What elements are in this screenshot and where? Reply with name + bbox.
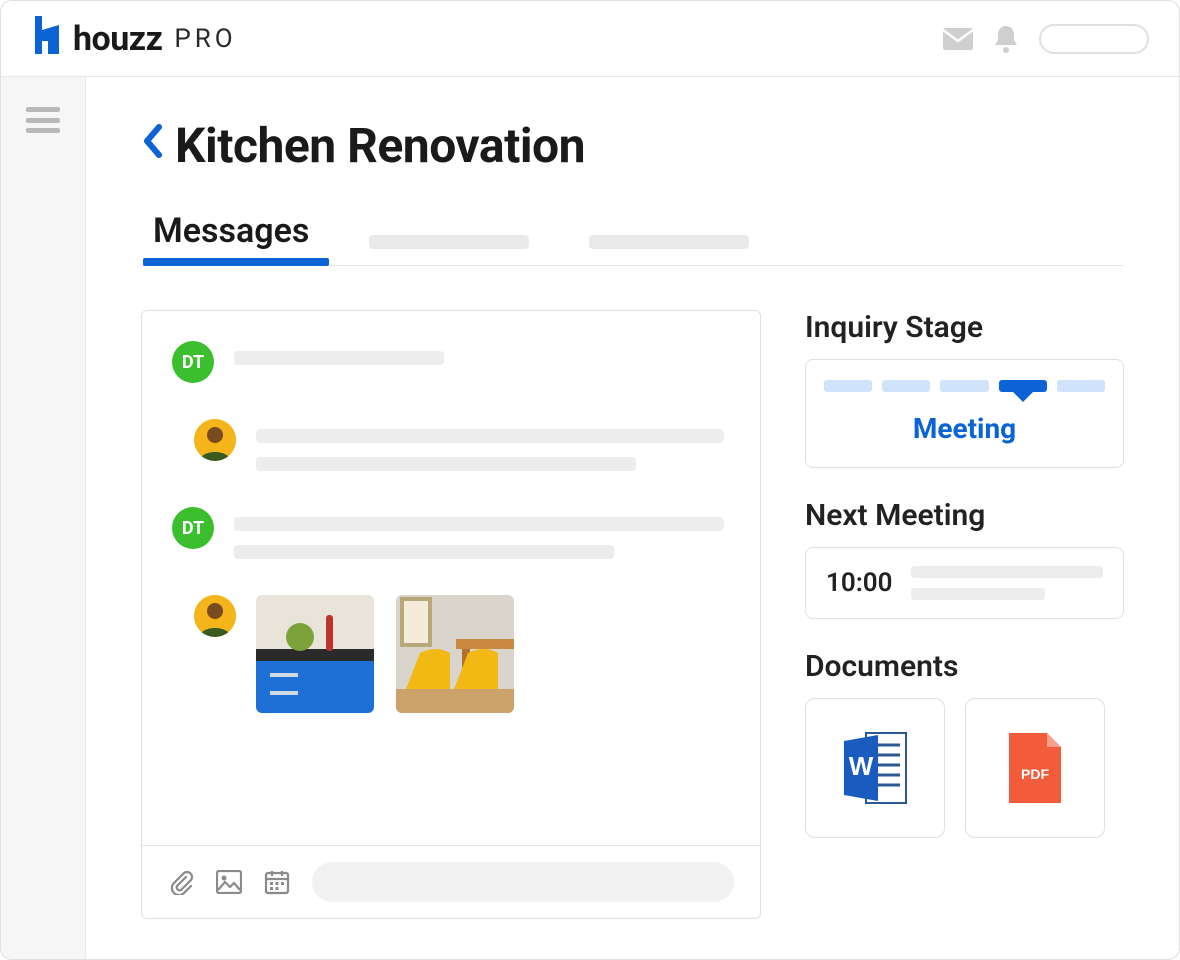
message-row [172,419,724,471]
brand-logo-icon [31,16,63,61]
text-placeholder [256,429,724,443]
tabs: Messages [141,206,1124,266]
calendar-icon[interactable] [264,869,290,895]
message-body [234,507,724,559]
attachment-icon[interactable] [168,869,194,895]
back-chevron-icon[interactable] [141,123,163,168]
text-placeholder [234,517,724,531]
text-placeholder [256,457,636,471]
document-word[interactable]: W [805,698,945,838]
message-body [256,419,724,471]
message-body [234,341,724,365]
message-row [172,595,724,713]
avatar: DT [172,341,214,383]
avatar [194,595,236,637]
image-icon[interactable] [216,870,242,894]
text-placeholder [911,566,1104,578]
stage-segment [882,380,930,392]
image-attachment[interactable] [256,595,374,713]
tab-messages[interactable]: Messages [153,211,309,265]
section-title: Next Meeting [805,498,1124,533]
image-attachment[interactable] [396,595,514,713]
tab-placeholder[interactable] [369,235,529,249]
message-input[interactable] [312,862,734,902]
stage-segment [940,380,988,392]
attachment-thumbs [256,595,514,713]
title-row: Kitchen Renovation [141,117,1124,174]
documents-row: W PDF [805,698,1124,838]
meeting-time: 10:00 [826,568,893,598]
topbar: houzz PRO [1,1,1179,77]
stage-segment [824,380,872,392]
page-header: Kitchen Renovation Messages [86,77,1179,266]
inquiry-stage-section: Inquiry Stage Meeting [805,310,1124,468]
content: DT [86,266,1179,959]
svg-text:W: W [849,751,874,781]
next-meeting-section: Next Meeting 10:00 [805,498,1124,619]
left-sidebar [1,77,86,959]
message-row: DT [172,507,724,559]
document-pdf[interactable]: PDF [965,698,1105,838]
stage-segment [1057,380,1105,392]
pdf-icon: PDF [1005,731,1065,805]
inquiry-stage-card[interactable]: Meeting [805,359,1124,468]
tab-placeholder[interactable] [589,235,749,249]
stage-bar [824,380,1105,392]
message-row: DT [172,341,724,383]
topbar-right [943,24,1149,54]
documents-section: Documents [805,649,1124,838]
next-meeting-card[interactable]: 10:00 [805,547,1124,619]
app-frame: houzz PRO Kitche [0,0,1180,960]
section-title: Documents [805,649,1124,684]
bell-icon[interactable] [993,24,1019,54]
main: Kitchen Renovation Messages DT [86,77,1179,959]
body: Kitchen Renovation Messages DT [1,77,1179,959]
word-icon: W [840,729,910,807]
brand-word: houzz [73,19,162,59]
side-column: Inquiry Stage Meeting [805,310,1124,919]
brand-suffix: PRO [174,24,236,54]
message-list: DT [142,311,760,845]
text-placeholder [234,545,614,559]
account-pill[interactable] [1039,24,1149,54]
stage-segment-active [999,380,1047,392]
messages-panel: DT [141,310,761,919]
page-title: Kitchen Renovation [175,117,585,174]
text-placeholder [234,351,444,365]
meeting-detail [911,566,1104,600]
text-placeholder [911,588,1046,600]
section-title: Inquiry Stage [805,310,1124,345]
svg-text:PDF: PDF [1021,766,1049,782]
avatar: DT [172,507,214,549]
menu-icon[interactable] [26,107,60,133]
stage-label: Meeting [824,412,1105,445]
mail-icon[interactable] [943,28,973,50]
avatar [194,419,236,461]
composer [142,845,760,918]
brand: houzz PRO [31,16,237,61]
